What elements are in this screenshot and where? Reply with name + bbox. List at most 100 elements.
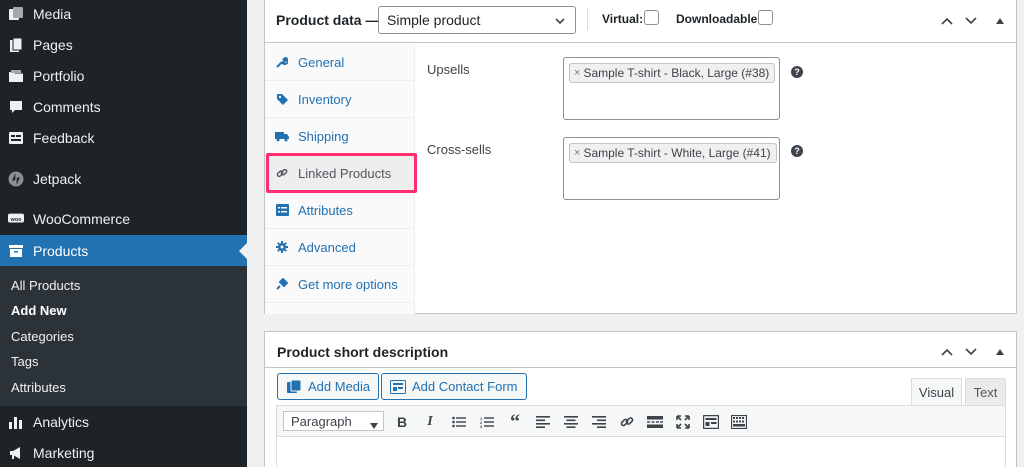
- menu-item-feedback[interactable]: Feedback: [0, 122, 247, 153]
- tab-label: Attributes: [298, 202, 353, 218]
- tab-general[interactable]: General: [265, 44, 415, 81]
- product-type-select[interactable]: Simple product: [378, 6, 576, 34]
- add-media-button[interactable]: Add Media: [277, 373, 380, 400]
- align-left-icon[interactable]: [534, 413, 552, 431]
- menu-item-marketing[interactable]: Marketing: [0, 437, 247, 467]
- bold-icon[interactable]: B: [393, 413, 411, 431]
- tab-attributes[interactable]: Attributes: [265, 192, 415, 229]
- product-data-tabs: General Inventory Shipping Linked Produc…: [265, 44, 415, 314]
- tab-label: Advanced: [298, 239, 356, 255]
- add-contact-form-button[interactable]: Add Contact Form: [381, 373, 527, 400]
- menu-item-woocommerce[interactable]: woo WooCommerce: [0, 203, 247, 234]
- add-media-label: Add Media: [308, 379, 371, 394]
- align-right-icon[interactable]: [590, 413, 608, 431]
- comments-icon: [8, 99, 24, 115]
- tab-shipping[interactable]: Shipping: [265, 118, 415, 155]
- help-icon[interactable]: ?: [791, 66, 803, 78]
- tag-icon: [275, 92, 289, 106]
- tab-advanced[interactable]: Advanced: [265, 229, 415, 266]
- italic-icon[interactable]: I: [421, 413, 439, 431]
- virtual-checkbox[interactable]: [644, 10, 659, 25]
- link-icon[interactable]: [618, 413, 636, 431]
- products-icon: [8, 243, 24, 259]
- move-up-icon[interactable]: [938, 343, 956, 361]
- tab-label: Inventory: [298, 91, 352, 107]
- tab-label: General: [298, 54, 345, 70]
- menu-label: Products: [33, 242, 89, 259]
- product-data-header: Product data — Simple product Virtual: D…: [265, 0, 1016, 43]
- menu-item-jetpack[interactable]: Jetpack: [0, 163, 247, 194]
- jetpack-icon: [8, 171, 24, 187]
- collapse-toggle-icon[interactable]: [991, 343, 1009, 361]
- tab-label: Get more options: [298, 276, 398, 292]
- menu-item-portfolio[interactable]: Portfolio: [0, 60, 247, 91]
- product-type-value: Simple product: [387, 12, 481, 28]
- submenu-add-new[interactable]: Add New: [11, 303, 67, 318]
- link-icon: [275, 166, 289, 180]
- menu-item-analytics[interactable]: Analytics: [0, 406, 247, 437]
- bullet-list-icon[interactable]: [450, 413, 468, 431]
- marketing-icon: [8, 445, 24, 461]
- menu-item-products[interactable]: Products: [0, 235, 247, 266]
- editor-content-area[interactable]: [276, 437, 1006, 467]
- format-value: Paragraph: [291, 414, 352, 429]
- short-description-title: Product short description: [277, 344, 449, 360]
- analytics-icon: [8, 414, 24, 430]
- downloadable-checkbox[interactable]: [758, 10, 773, 25]
- contact-form-icon[interactable]: [702, 413, 720, 431]
- help-icon[interactable]: ?: [791, 145, 803, 157]
- menu-item-comments[interactable]: Comments: [0, 91, 247, 122]
- align-center-icon[interactable]: [562, 413, 580, 431]
- move-up-icon[interactable]: [938, 12, 956, 30]
- menu-label: Pages: [33, 36, 73, 53]
- product-data-panel: Product data — Simple product Virtual: D…: [264, 0, 1017, 314]
- truck-icon: [275, 129, 289, 143]
- tab-text[interactable]: Text: [965, 378, 1006, 406]
- downloadable-label: Downloadable:: [676, 12, 762, 26]
- remove-icon[interactable]: ×: [574, 67, 580, 79]
- crosssells-field[interactable]: × Sample T-shirt - White, Large (#41): [563, 137, 780, 200]
- remove-icon[interactable]: ×: [574, 147, 580, 159]
- editor-toolbar: Paragraph B I 123 “: [276, 405, 1006, 437]
- tab-label: Shipping: [298, 128, 349, 144]
- tab-inventory[interactable]: Inventory: [265, 81, 415, 118]
- feedback-icon: [8, 130, 24, 146]
- read-more-icon[interactable]: [646, 413, 664, 431]
- svg-text:3: 3: [480, 424, 483, 428]
- gear-icon: [275, 240, 289, 254]
- header-divider: [265, 367, 1016, 368]
- blockquote-icon[interactable]: “: [506, 411, 524, 433]
- tab-get-more-options[interactable]: Get more options: [265, 266, 415, 303]
- upsells-field[interactable]: × Sample T-shirt - Black, Large (#38): [563, 57, 780, 120]
- header-divider: [587, 8, 588, 30]
- crosssells-label: Cross-sells: [427, 142, 492, 157]
- numbered-list-icon[interactable]: 123: [478, 413, 496, 431]
- menu-label: Media: [33, 5, 72, 22]
- menu-item-media[interactable]: Media: [0, 0, 247, 29]
- format-select[interactable]: Paragraph: [283, 411, 384, 431]
- move-down-icon[interactable]: [962, 343, 980, 361]
- products-submenu: All Products Add New Categories Tags Att…: [0, 266, 247, 406]
- media-icon: [8, 6, 24, 22]
- collapse-toggle-icon[interactable]: [991, 12, 1009, 30]
- move-down-icon[interactable]: [962, 12, 980, 30]
- tab-visual[interactable]: Visual: [911, 378, 962, 406]
- submenu-attributes[interactable]: Attributes: [11, 380, 66, 395]
- submenu-tags[interactable]: Tags: [11, 354, 38, 369]
- submenu-categories[interactable]: Categories: [11, 329, 74, 344]
- list-icon: [275, 203, 289, 217]
- token-label: Sample T-shirt - White, Large (#41): [583, 146, 771, 160]
- caret-down-icon: [370, 417, 378, 432]
- menu-label: Marketing: [33, 444, 95, 461]
- fullscreen-icon[interactable]: [674, 413, 692, 431]
- menu-label: Analytics: [33, 413, 90, 430]
- menu-item-pages[interactable]: Pages: [0, 29, 247, 60]
- portfolio-icon: [8, 68, 24, 84]
- submenu-all-products[interactable]: All Products: [11, 278, 80, 293]
- tab-label: Linked Products: [298, 165, 392, 181]
- add-contact-form-label: Add Contact Form: [412, 379, 518, 394]
- toolbar-toggle-icon[interactable]: [730, 413, 748, 431]
- tab-linked-products[interactable]: Linked Products: [265, 155, 415, 192]
- pages-icon: [8, 37, 24, 53]
- svg-text:woo: woo: [10, 216, 22, 222]
